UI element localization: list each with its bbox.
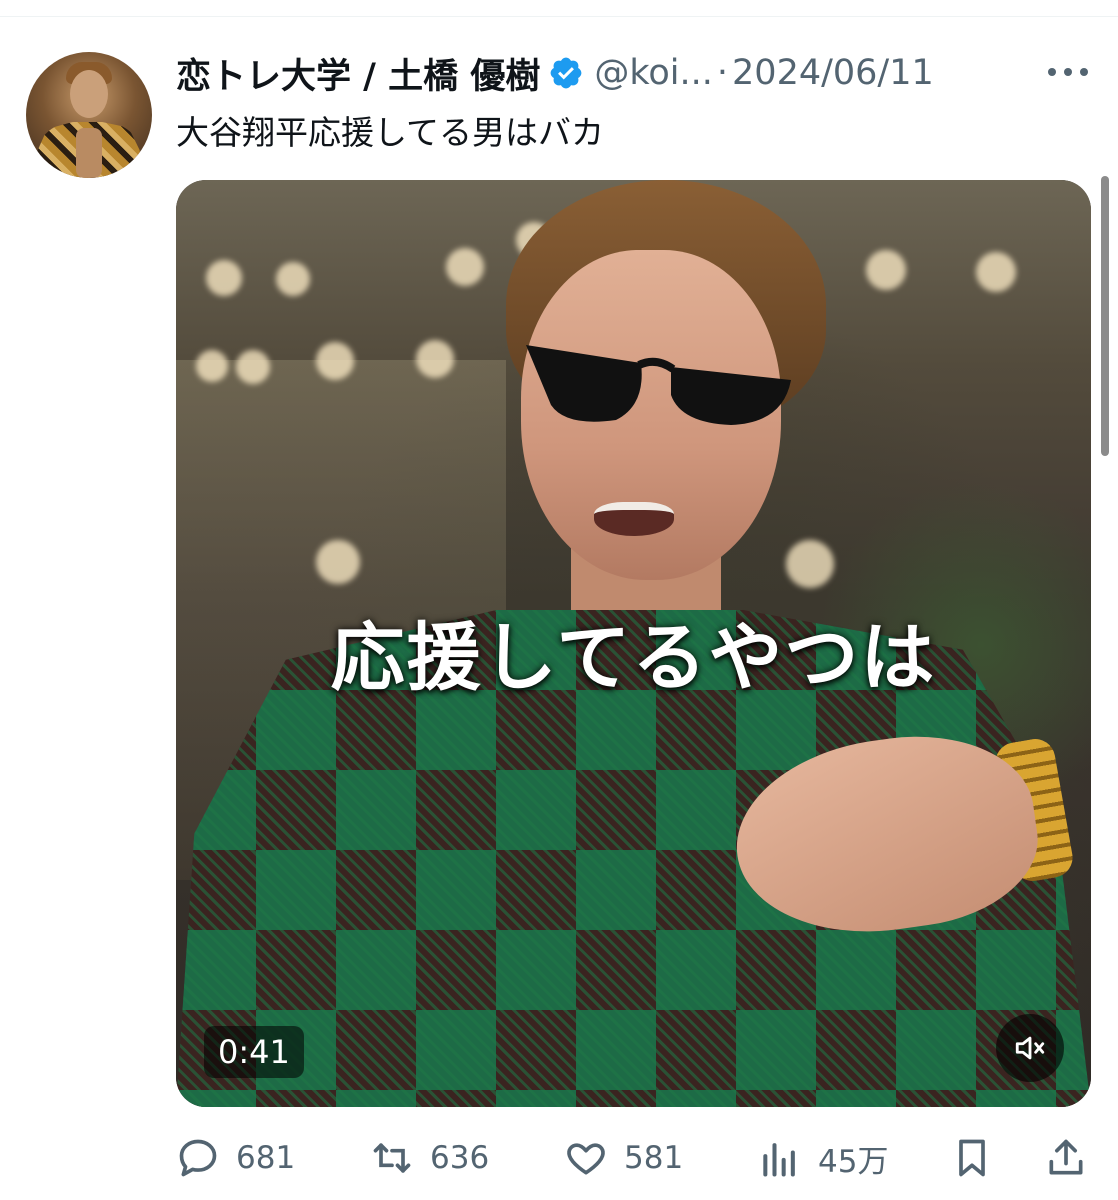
heart-icon	[567, 1143, 605, 1175]
share-icon	[1049, 1139, 1083, 1175]
bokeh-light	[976, 252, 1016, 292]
tweet-header: 恋トレ大学 / 土橋 優樹 @koi... · 2024/06/11	[176, 48, 934, 98]
like-button[interactable]: 581	[564, 1128, 683, 1188]
bokeh-light	[236, 350, 270, 384]
verified-badge-icon	[550, 57, 582, 89]
bookmark-icon	[959, 1139, 985, 1177]
more-options-icon[interactable]	[1044, 58, 1092, 86]
volume-muted-icon	[1015, 1036, 1045, 1060]
avatar-torso	[76, 128, 102, 178]
tweet-actions: 681 636 581 45万	[176, 1128, 1091, 1188]
reply-button[interactable]: 681	[176, 1128, 295, 1188]
person-mouth	[594, 502, 674, 536]
view-count: 45万	[818, 1143, 889, 1180]
retweet-button[interactable]: 636	[370, 1128, 489, 1188]
reply-count: 681	[236, 1140, 296, 1176]
bokeh-light	[206, 260, 242, 296]
share-button[interactable]	[1044, 1128, 1088, 1188]
like-count: 581	[624, 1140, 684, 1176]
tweet-date[interactable]: 2024/06/11	[732, 53, 934, 93]
bookmark-button[interactable]	[950, 1128, 994, 1188]
bokeh-light	[316, 540, 360, 584]
bar-chart-icon	[763, 1143, 795, 1177]
retweet-count: 636	[430, 1140, 490, 1176]
mute-button[interactable]	[996, 1014, 1064, 1082]
views-button[interactable]: 45万	[758, 1128, 888, 1188]
scrollbar[interactable]	[1101, 176, 1109, 456]
bokeh-light	[446, 248, 484, 286]
video-caption: 応援してるやつは	[330, 615, 937, 701]
user-handle[interactable]: @koi...	[594, 53, 713, 93]
video-player[interactable]: 応援してるやつは 0:41	[176, 180, 1091, 1107]
video-duration: 0:41	[204, 1026, 304, 1078]
bokeh-light	[786, 540, 834, 588]
bokeh-light	[196, 350, 228, 382]
sunglasses	[526, 345, 791, 425]
retweet-icon	[373, 1143, 411, 1173]
bokeh-light	[416, 340, 454, 378]
bokeh-light	[866, 250, 906, 290]
tweet-text: 大谷翔平応援してる男はバカ	[176, 113, 605, 152]
reply-icon	[179, 1139, 217, 1177]
display-name[interactable]: 恋トレ大学 / 土橋 優樹	[176, 48, 540, 99]
separator-dot: ·	[716, 53, 729, 93]
bokeh-light	[276, 262, 310, 296]
bokeh-light	[316, 342, 354, 380]
top-divider	[0, 16, 1118, 17]
avatar-head	[70, 70, 108, 118]
avatar[interactable]	[26, 52, 152, 178]
